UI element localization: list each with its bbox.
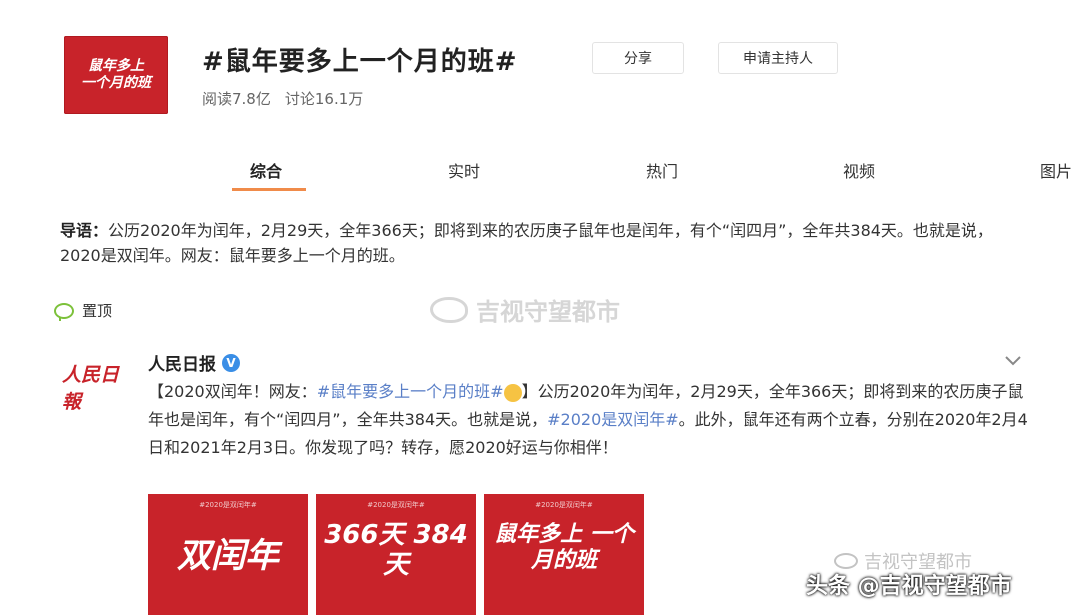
tab-comprehensive[interactable]: 综合: [250, 158, 282, 182]
cover-text-2: 一个月的班: [81, 75, 151, 91]
topic-title: #鼠年要多上一个月的班#: [202, 47, 518, 77]
pinned-label: 置顶: [82, 302, 113, 320]
post-text-1: 【2020双闰年！网友：: [148, 382, 317, 401]
wechat-logo-icon: [834, 553, 858, 569]
image-headline: 双闰年: [177, 536, 279, 576]
active-tab-indicator: [232, 188, 306, 191]
footer-watermark: 头条 @吉视守望都市: [806, 574, 1012, 599]
tab-bar: 综合 实时 热门 视频 图片: [0, 150, 1080, 196]
intro-label: 导语：: [60, 221, 109, 240]
hashtag-link[interactable]: #鼠年要多上一个月的班#: [317, 382, 504, 401]
discussions-count: 讨论16.1万: [284, 90, 364, 108]
tab-video[interactable]: 视频: [843, 158, 875, 182]
tab-hot[interactable]: 热门: [646, 158, 678, 182]
image-headline: 366天 384天: [324, 520, 468, 580]
intro-text: 公历2020年为闰年，2月29天，全年366天；即将到来的农历庚子鼠年也是闰年，…: [60, 221, 993, 265]
topic-cover-image: 鼠年多上 一个月的班: [64, 36, 168, 114]
weibo-logo-icon: [430, 296, 468, 323]
share-button[interactable]: 分享: [592, 42, 684, 74]
reads-count: 阅读7.8亿: [202, 90, 271, 108]
post-image[interactable]: #2020是双闰年# 双闰年: [148, 494, 308, 615]
tab-realtime[interactable]: 实时: [448, 158, 480, 182]
verified-badge-icon: V: [222, 353, 240, 372]
watermark-text: 吉视守望都市: [476, 298, 620, 326]
hashtag-link[interactable]: #2020是双闰年#: [547, 410, 679, 429]
topic-intro: 导语：公历2020年为闰年，2月29天，全年366天；即将到来的农历庚子鼠年也是…: [60, 218, 1025, 268]
pinned-marker: 置顶: [54, 300, 112, 321]
topic-stats: 阅读7.8亿 讨论16.1万: [202, 88, 363, 109]
author-name-text: 人民日报: [148, 355, 216, 375]
speech-bubble-icon: [54, 302, 74, 321]
image-tag: #2020是双闰年#: [199, 501, 257, 509]
laugh-emoji-icon: [503, 383, 522, 402]
avatar-text: 人民日報: [62, 364, 120, 413]
image-tag: #2020是双闰年#: [367, 501, 425, 509]
tab-images[interactable]: 图片: [1040, 158, 1072, 182]
center-watermark: 吉视守望都市: [430, 292, 620, 327]
apply-host-button[interactable]: 申请主持人: [718, 42, 838, 74]
image-tag: #2020是双闰年#: [535, 501, 593, 509]
post-body: 【2020双闰年！网友：#鼠年要多上一个月的班# 】公历2020年为闰年，2月29…: [148, 378, 1028, 462]
post-image[interactable]: #2020是双闰年# 鼠年多上 一个月的班: [484, 494, 644, 615]
author-name[interactable]: 人民日报 V: [148, 350, 240, 375]
author-avatar[interactable]: 人民日報: [62, 360, 132, 413]
chevron-down-icon[interactable]: [1003, 352, 1023, 366]
post-image[interactable]: #2020是双闰年# 366天 384天: [316, 494, 476, 615]
image-headline: 鼠年多上 一个月的班: [494, 522, 634, 573]
cover-text-1: 鼠年多上: [88, 58, 144, 74]
